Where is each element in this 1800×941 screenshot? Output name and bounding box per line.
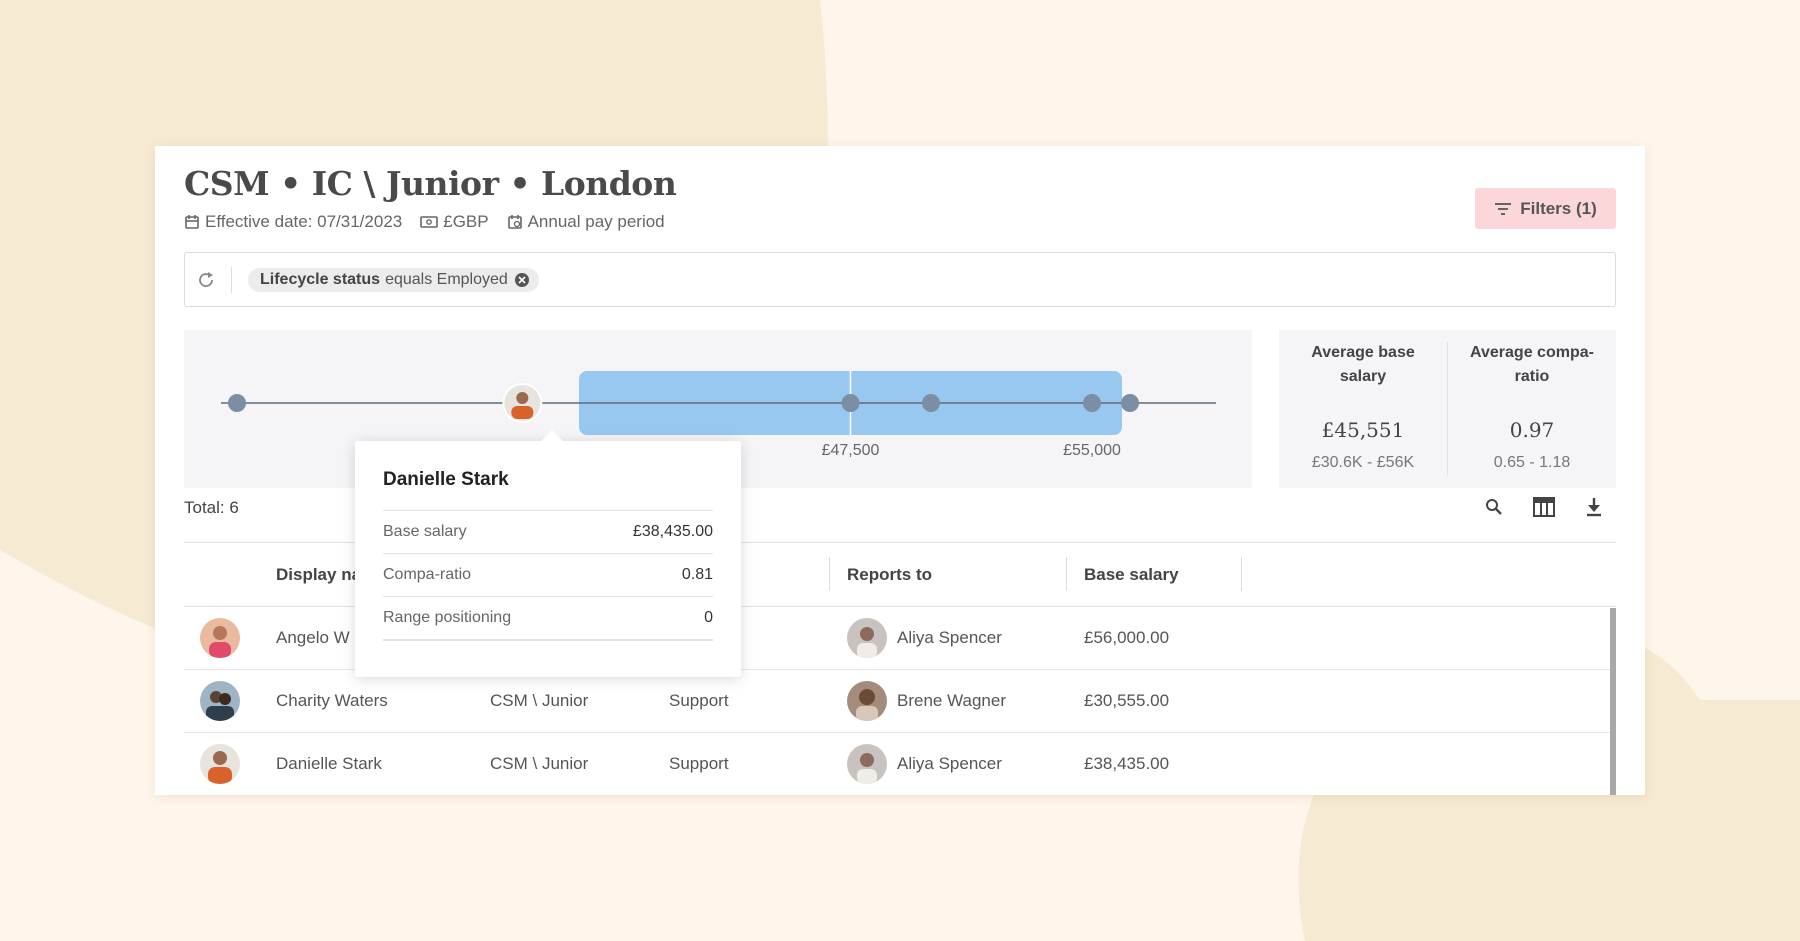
refresh-icon[interactable]	[196, 269, 218, 291]
total-count: Total: 6	[184, 498, 239, 517]
filters-button-label: Filters (1)	[1520, 198, 1597, 218]
row-reports-to: Brene Wagner	[897, 691, 1006, 710]
row-department: Support	[669, 691, 729, 710]
salary-point	[841, 394, 860, 412]
highlighted-employee-avatar[interactable]	[502, 383, 543, 423]
meta-row: Effective date: 07/31/2023 £GBP Annual p…	[184, 212, 683, 232]
column-header-base-salary[interactable]: Base salary	[1084, 543, 1179, 606]
row-department: Support	[669, 754, 729, 773]
effective-date: Effective date: 07/31/2023	[205, 212, 403, 231]
band-tick-label: £47,500	[822, 442, 880, 459]
tooltip-employee-name: Danielle Stark	[383, 469, 509, 490]
row-reports-to: Aliya Spencer	[897, 754, 1002, 773]
filter-chip-condition: equals Employed	[385, 270, 508, 288]
table-row[interactable]: Danielle Stark CSM \ Junior Support Aliy…	[184, 733, 1616, 795]
row-display-name: Danielle Stark	[276, 754, 382, 773]
tooltip-key: Base salary	[383, 523, 467, 540]
row-job-level: CSM \ Junior	[490, 754, 589, 773]
page-title: CSM • IC \ Junior • London	[184, 164, 677, 203]
filter-chip[interactable]: Lifecycle status equals Employed	[248, 267, 539, 292]
table-scrollbar[interactable]	[1610, 608, 1616, 795]
avg-base-salary-stat: Average base salary £45,551 £30.6K - £56…	[1279, 330, 1447, 488]
avatar	[200, 681, 240, 721]
avatar	[847, 681, 887, 721]
filter-divider	[231, 266, 232, 293]
filters-button[interactable]: Filters (1)	[1475, 188, 1616, 229]
column-divider	[1066, 557, 1067, 591]
salary-point	[922, 394, 940, 412]
column-header-display-name[interactable]: Display na	[276, 543, 361, 606]
filter-icon	[1495, 202, 1512, 215]
salary-point	[1121, 394, 1139, 412]
currency: £GBP	[443, 212, 489, 231]
tooltip-row: Base salary £38,435.00	[383, 510, 713, 553]
column-divider	[829, 557, 830, 591]
table-row[interactable]: Charity Waters CSM \ Junior Support Bren…	[184, 670, 1616, 733]
avatar	[847, 618, 887, 658]
calendar-icon	[185, 215, 199, 229]
tooltip-value: 0	[704, 609, 713, 626]
avg-compa-ratio-range: 0.65 - 1.18	[1493, 454, 1571, 471]
filter-chip-field: Lifecycle status	[260, 270, 381, 288]
avatar-body	[511, 406, 534, 419]
tooltip-value: 0.81	[681, 566, 713, 583]
row-display-name: Charity Waters	[276, 691, 388, 710]
avatar	[200, 744, 240, 784]
tooltip-divider	[383, 639, 713, 641]
search-icon[interactable]	[1483, 496, 1505, 518]
avg-compa-ratio-label: Average compa-ratio	[1470, 344, 1594, 385]
tooltip-key: Compa-ratio	[383, 566, 472, 583]
row-base-salary: £38,435.00	[1084, 754, 1170, 773]
avg-base-salary-label: Average base salary	[1311, 344, 1415, 385]
row-job-level: CSM \ Junior	[490, 691, 589, 710]
avg-base-salary-value: £45,551	[1321, 418, 1405, 442]
row-display-name: Angelo W	[276, 628, 350, 647]
calendar-clock-icon	[507, 215, 522, 229]
avatar-head	[516, 392, 529, 404]
pay-period: Annual pay period	[527, 212, 665, 231]
band-tick-label: £55,000	[1063, 442, 1121, 459]
salary-point	[228, 394, 246, 412]
avg-compa-ratio-stat: Average compa-ratio 0.97 0.65 - 1.18	[1448, 330, 1616, 488]
tooltip-key: Range positioning	[383, 609, 512, 626]
avatar	[200, 618, 240, 658]
employee-tooltip: Danielle Stark Base salary £38,435.00 Co…	[355, 430, 741, 677]
row-reports-to: Aliya Spencer	[897, 628, 1002, 647]
table-toolbar	[1455, 496, 1605, 518]
tooltip-arrow	[540, 430, 564, 442]
filter-bar: Lifecycle status equals Employed	[184, 252, 1616, 307]
money-icon	[420, 216, 439, 228]
stats-panel: Average base salary £45,551 £30.6K - £56…	[1279, 330, 1616, 488]
avg-base-salary-range: £30.6K - £56K	[1311, 454, 1415, 471]
columns-icon[interactable]	[1533, 496, 1555, 518]
tooltip-row: Range positioning 0	[383, 596, 713, 639]
salary-point	[1083, 394, 1101, 412]
column-divider	[1241, 557, 1242, 591]
tooltip-value: £38,435.00	[632, 523, 713, 540]
remove-filter-icon[interactable]	[514, 272, 530, 288]
avatar	[847, 744, 887, 784]
download-icon[interactable]	[1583, 496, 1605, 518]
row-base-salary: £30,555.00	[1084, 691, 1170, 710]
row-base-salary: £56,000.00	[1084, 628, 1170, 647]
column-header-reports-to[interactable]: Reports to	[847, 543, 932, 606]
avg-compa-ratio-value: 0.97	[1509, 418, 1555, 442]
tooltip-row: Compa-ratio 0.81	[383, 553, 713, 596]
